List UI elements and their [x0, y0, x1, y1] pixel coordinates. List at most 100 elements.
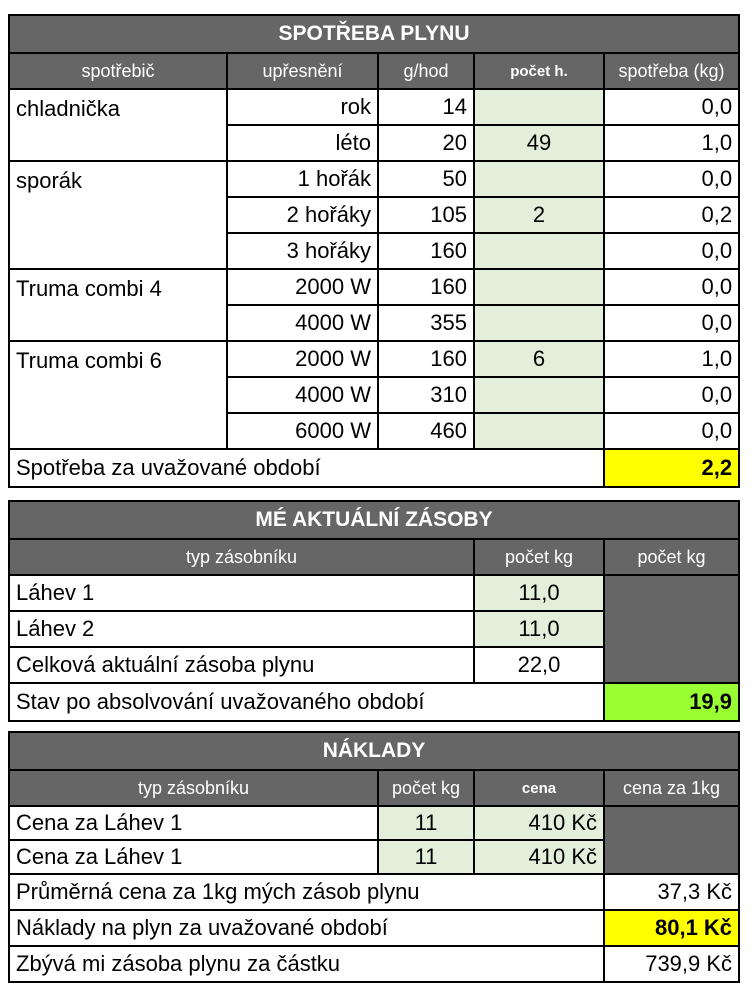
remaining-value-label: Zbývá mi zásoba plynu za částku	[8, 945, 605, 983]
hours-input[interactable]	[473, 268, 605, 306]
kg-cell: 0,0	[602, 88, 741, 126]
kg-cell: 0,2	[602, 196, 741, 234]
appliance-cell: sporák	[8, 160, 228, 270]
cost-label: Cena za Láhev 1	[8, 805, 379, 841]
avg-price-label: Průměrná cena za 1kg mých zásob plynu	[8, 873, 605, 911]
spec-cell: 2000 W	[226, 340, 379, 378]
cost-kg-input[interactable]: 11	[377, 805, 475, 841]
header-appliance: spotřebič	[8, 52, 228, 90]
gph-cell: 20	[377, 124, 475, 162]
header-kg-2: počet kg	[602, 538, 741, 576]
spec-cell: rok	[226, 88, 379, 126]
header-kg: počet kg	[473, 538, 605, 576]
table-row: Truma combi 6 2000 W 160 6 1,0	[8, 340, 741, 450]
hours-input[interactable]	[473, 304, 605, 342]
tank-label: Láhev 2	[8, 610, 475, 648]
header-kg: spotřeba (kg)	[602, 52, 741, 90]
consumption-table: SPOTŘEBA PLYNU spotřebič upřesnění g/hod…	[7, 14, 741, 488]
hours-input[interactable]	[473, 88, 605, 126]
period-cost-row: Náklady na plyn za uvažované období 80,1…	[8, 909, 741, 947]
spec-cell: 3 hořáky	[226, 232, 379, 270]
costs-title: NÁKLADY	[7, 731, 741, 771]
tank-kg-input[interactable]: 11,0	[473, 610, 605, 648]
tank-kg-input[interactable]: 11,0	[473, 574, 605, 612]
table-row: Láhev 1 11,0	[8, 574, 741, 684]
cost-price-input[interactable]: 410 Kč	[473, 805, 605, 841]
stock-title: MÉ AKTUÁLNÍ ZÁSOBY	[7, 500, 741, 540]
kg-cell: 0,0	[602, 232, 741, 270]
remaining-value: 739,9 Kč	[602, 945, 741, 983]
appliance-cell: Truma combi 6	[8, 340, 228, 450]
total-stock-label: Celková aktuální zásoba plynu	[8, 646, 475, 684]
period-cost-label: Náklady na plyn za uvažované období	[8, 909, 605, 947]
table-row: sporák 1 hořák 50 0,0	[8, 160, 741, 270]
hours-input[interactable]	[473, 376, 605, 414]
hours-input[interactable]: 2	[473, 196, 605, 234]
spec-cell: léto	[226, 124, 379, 162]
appliance-cell: chladnička	[8, 88, 228, 162]
header-price-per-kg: cena za 1kg	[602, 769, 741, 807]
spec-cell: 6000 W	[226, 412, 379, 450]
avg-price-value: 37,3 Kč	[602, 873, 741, 911]
consumption-total-value: 2,2	[602, 448, 741, 488]
spec-cell: 2000 W	[226, 268, 379, 306]
gph-cell: 105	[377, 196, 475, 234]
costs-table: NÁKLADY typ zásobníku počet kg cena cena…	[7, 731, 741, 983]
header-tank-type: typ zásobníku	[8, 538, 475, 576]
gph-cell: 160	[377, 232, 475, 270]
stock-header-row: typ zásobníku počet kg počet kg	[8, 538, 741, 576]
hours-input[interactable]: 6	[473, 340, 605, 378]
kg-cell: 0,0	[602, 160, 741, 198]
avg-price-row: Průměrná cena za 1kg mých zásob plynu 37…	[8, 873, 741, 911]
hours-input[interactable]	[473, 412, 605, 450]
kg-cell: 1,0	[602, 340, 741, 378]
gph-cell: 160	[377, 340, 475, 378]
total-stock-value: 22,0	[473, 646, 605, 684]
kg-cell: 0,0	[602, 376, 741, 414]
period-cost-value: 80,1 Kč	[602, 909, 741, 947]
consumption-total-row: Spotřeba za uvažované období 2,2	[8, 448, 741, 488]
cost-label: Cena za Láhev 1	[8, 839, 379, 875]
consumption-title: SPOTŘEBA PLYNU	[7, 14, 741, 54]
kg-cell: 1,0	[602, 124, 741, 162]
gph-cell: 460	[377, 412, 475, 450]
hours-input[interactable]	[473, 232, 605, 270]
consumption-header-row: spotřebič upřesnění g/hod počet h. spotř…	[8, 52, 741, 90]
header-kg: počet kg	[377, 769, 475, 807]
table-row: Cena za Láhev 1 11 410 Kč	[8, 805, 741, 875]
appliance-cell: Truma combi 4	[8, 268, 228, 342]
header-spec: upřesnění	[226, 52, 379, 90]
table-row: Truma combi 4 2000 W 160 0,0	[8, 268, 741, 342]
remaining-value-row: Zbývá mi zásoba plynu za částku 739,9 Kč	[8, 945, 741, 983]
hours-input[interactable]	[473, 160, 605, 198]
spec-cell: 1 hořák	[226, 160, 379, 198]
header-tank-type: typ zásobníku	[8, 769, 379, 807]
tank-label: Láhev 1	[8, 574, 475, 612]
spec-cell: 2 hořáky	[226, 196, 379, 234]
header-gph: g/hod	[377, 52, 475, 90]
kg-cell: 0,0	[602, 412, 741, 450]
cost-price-input[interactable]: 410 Kč	[473, 839, 605, 875]
stock-after-label: Stav po absolvování uvažovaného období	[8, 682, 605, 722]
header-hours: počet h.	[473, 52, 605, 90]
stock-after-row: Stav po absolvování uvažovaného období 1…	[8, 682, 741, 722]
kg-cell: 0,0	[602, 268, 741, 306]
stock-table: MÉ AKTUÁLNÍ ZÁSOBY typ zásobníku počet k…	[7, 500, 741, 722]
table-row: chladnička rok 14 0,0	[8, 88, 741, 162]
hours-input[interactable]: 49	[473, 124, 605, 162]
spec-cell: 4000 W	[226, 376, 379, 414]
gph-cell: 50	[377, 160, 475, 198]
gph-cell: 160	[377, 268, 475, 306]
stock-after-value: 19,9	[602, 682, 741, 722]
gph-cell: 14	[377, 88, 475, 126]
spec-cell: 4000 W	[226, 304, 379, 342]
gph-cell: 355	[377, 304, 475, 342]
header-price: cena	[473, 769, 605, 807]
kg-cell: 0,0	[602, 304, 741, 342]
cost-kg-input[interactable]: 11	[377, 839, 475, 875]
gph-cell: 310	[377, 376, 475, 414]
costs-header-row: typ zásobníku počet kg cena cena za 1kg	[8, 769, 741, 807]
costs-gray-cell	[602, 805, 741, 875]
stock-gray-cell	[602, 574, 741, 684]
consumption-total-label: Spotřeba za uvažované období	[8, 448, 605, 488]
